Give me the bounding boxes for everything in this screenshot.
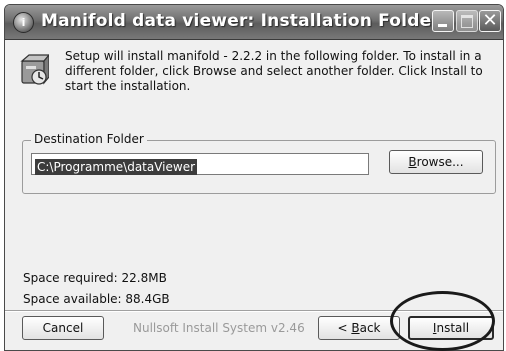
window-title: Manifold data viewer: Installation Folde… <box>41 11 440 31</box>
title-bar[interactable]: i Manifold data viewer: Installation Fol… <box>5 5 503 40</box>
cancel-button[interactable]: Cancel <box>22 316 104 340</box>
close-glyph: ✕ <box>482 10 498 31</box>
footer-separator <box>5 310 503 312</box>
install-label: nstall <box>436 321 470 335</box>
intro-text: Setup will install manifold - 2.2.2 in t… <box>65 49 483 93</box>
back-accel: B <box>351 321 360 335</box>
minimize-icon[interactable] <box>432 10 454 32</box>
maximize-icon[interactable] <box>456 10 478 32</box>
install-button[interactable]: Install <box>408 316 494 340</box>
destination-folder-label: Destination Folder <box>31 132 147 146</box>
browse-accel: B <box>408 155 417 169</box>
installer-window: i Manifold data viewer: Installation Fol… <box>4 4 504 351</box>
nsis-branding: Nullsoft Install System v2.46 <box>133 321 305 335</box>
back-label: ack <box>359 321 381 335</box>
space-required: Space required: 22.8MB <box>23 271 167 285</box>
back-button[interactable]: < Back <box>318 316 400 340</box>
browse-label: rowse... <box>416 155 464 169</box>
app-icon: i <box>13 12 34 33</box>
destination-path-value: C:\Programme\dataViewer <box>35 159 198 175</box>
destination-path-input[interactable]: C:\Programme\dataViewer <box>31 153 369 175</box>
browse-button[interactable]: Browse... <box>389 150 483 174</box>
back-prefix: < <box>337 321 352 335</box>
installer-box-icon <box>20 54 49 85</box>
space-available: Space available: 88.4GB <box>23 292 170 306</box>
close-icon[interactable]: ✕ <box>479 10 501 32</box>
